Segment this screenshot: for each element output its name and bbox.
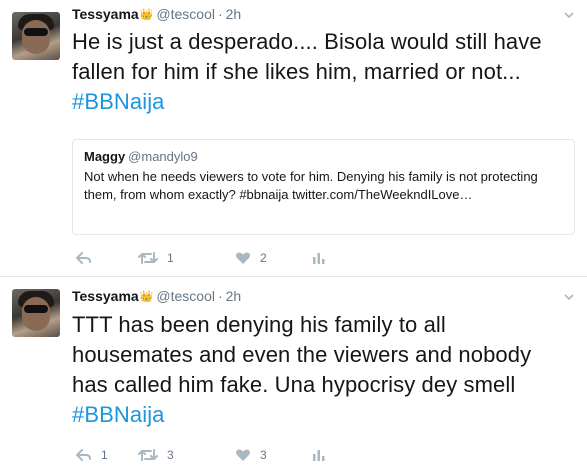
author-name[interactable]: Tessyama <box>72 6 139 22</box>
like-button[interactable]: 2 <box>235 248 267 268</box>
retweet-button[interactable]: 3 <box>138 445 174 465</box>
heart-icon <box>236 449 250 461</box>
author-name[interactable]: Tessyama <box>72 288 139 304</box>
analytics-icon <box>313 253 325 264</box>
analytics-button[interactable] <box>312 445 326 465</box>
avatar[interactable] <box>12 12 60 60</box>
tweet-body: He is just a desperado.... Bisola would … <box>72 29 542 84</box>
tweet-body: TTT has been denying his family to all h… <box>72 312 532 397</box>
quoted-author-name: Maggy <box>84 149 126 164</box>
reply-button[interactable]: 1 <box>76 445 108 465</box>
tweet-header: Tessyama👑 @tescool · 2h <box>72 286 241 306</box>
tweet-text: He is just a desperado.... Bisola would … <box>72 27 572 117</box>
timestamp[interactable]: 2h <box>226 288 242 304</box>
hashtag-link[interactable]: #BBNaija <box>72 402 165 427</box>
crown-emoji: 👑 <box>139 291 154 303</box>
separator: · <box>217 288 223 304</box>
timestamp[interactable]: 2h <box>226 6 242 22</box>
tweet-header: Tessyama👑 @tescool · 2h <box>72 4 241 24</box>
like-count: 3 <box>260 448 267 462</box>
heart-icon <box>236 252 250 264</box>
retweet-button[interactable]: 1 <box>138 248 174 268</box>
quoted-tweet[interactable]: Maggy @mandylo9 Not when he needs viewers… <box>72 139 575 235</box>
separator: · <box>217 6 223 22</box>
reply-icon <box>76 252 91 264</box>
tweet-text: TTT has been denying his family to all h… <box>72 310 572 430</box>
retweet-icon <box>138 252 158 264</box>
reply-button[interactable] <box>76 248 101 268</box>
author-handle[interactable]: @tescool <box>156 288 215 304</box>
chevron-down-icon[interactable] <box>563 9 575 21</box>
reply-count: 1 <box>101 448 108 462</box>
analytics-button[interactable] <box>312 248 326 268</box>
retweet-icon <box>138 449 158 461</box>
retweet-count: 1 <box>167 251 174 265</box>
avatar[interactable] <box>12 289 60 337</box>
like-count: 2 <box>260 251 267 265</box>
author-handle[interactable]: @tescool <box>156 6 215 22</box>
quoted-tweet-text: Not when he needs viewers to vote for hi… <box>84 169 538 202</box>
like-button[interactable]: 3 <box>235 445 267 465</box>
hashtag-link[interactable]: #BBNaija <box>72 89 165 114</box>
retweet-count: 3 <box>167 448 174 462</box>
reply-icon <box>76 449 91 461</box>
tweet[interactable]: Tessyama👑 @tescool · 2h He is just a desper… <box>0 0 587 276</box>
quoted-tweet-header: Maggy @mandylo9 <box>84 148 198 166</box>
chevron-down-icon[interactable] <box>563 291 575 303</box>
analytics-icon <box>313 450 325 461</box>
crown-emoji: 👑 <box>139 9 154 21</box>
tweet[interactable]: Tessyama👑 @tescool · 2h TTT has been denyin… <box>0 277 587 474</box>
quoted-author-handle: @mandylo9 <box>128 149 198 164</box>
